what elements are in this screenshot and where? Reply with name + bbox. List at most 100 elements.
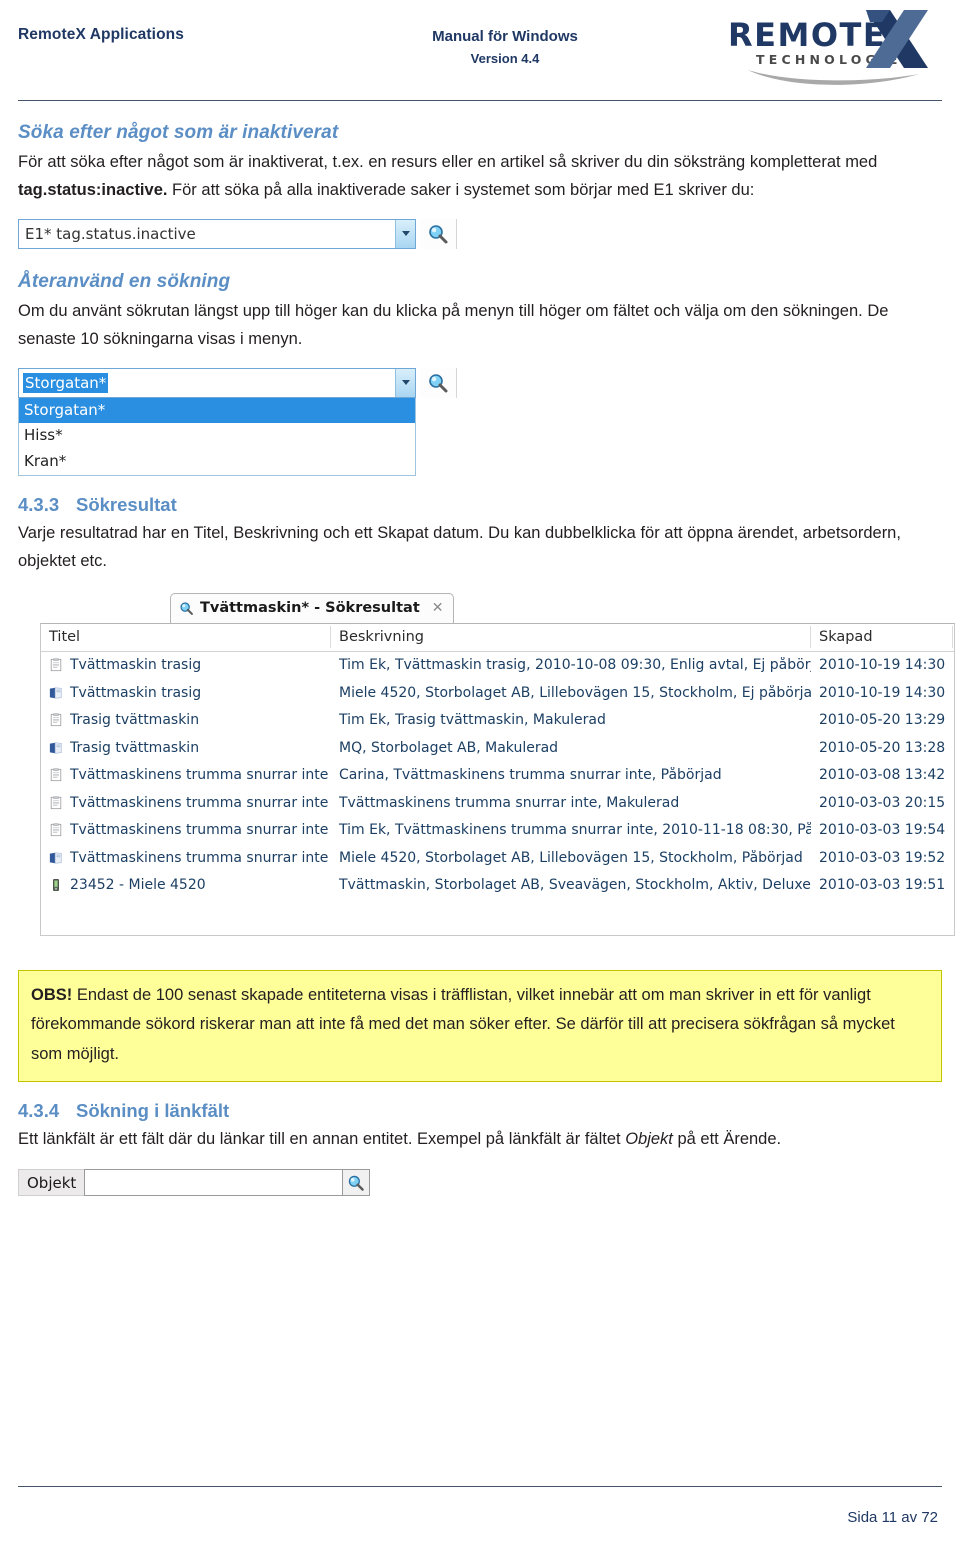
cell-skapad[interactable]: 2010-05-20 13:29 [811,712,953,728]
heading-search-results: 4.3.3 Sökresultat [18,494,942,516]
document-icon [50,823,62,837]
cell-beskrivning[interactable]: Tim Ek, Tvättmaskin trasig, 2010-10-08 0… [331,657,811,673]
row-title-text: Trasig tvättmaskin [70,712,200,729]
table-row[interactable]: Trasig tvättmaskin MQ, Storbolaget AB, Ma… [41,734,954,762]
inactive-search-input[interactable]: E1* tag.status.inactive [19,225,395,243]
cell-titel[interactable]: Trasig tvättmaskin [41,740,331,756]
cell-skapad[interactable]: 2010-03-03 19:52 [811,850,953,866]
tabstrip: Tvättmaskin* - Sökresultat ✕ [40,592,955,623]
cell-titel[interactable]: Tvättmaskinens trumma snurrar inte [41,795,331,811]
workorder-icon [49,852,62,864]
inactive-search-widget: E1* tag.status.inactive [18,218,942,249]
table-row[interactable]: Tvättmaskinens trumma snurrar inte Tim Ek… [41,817,954,845]
objekt-field-input[interactable] [84,1169,343,1197]
magnifier-icon [429,373,448,392]
row-title-text: Tvättmaskin trasig [70,657,202,674]
table-row[interactable]: Trasig tvättmaskin Tim Ek, Trasig tvättma… [41,707,954,735]
inactive-search-combobox[interactable]: E1* tag.status.inactive [18,218,416,249]
reuse-search-dropdown[interactable]: Storgatan* Hiss* Kran* [18,397,416,476]
table-row[interactable]: 23452 - Miele 4520 Tvättmaskin, Storbolag… [41,872,954,900]
device-icon [53,879,59,892]
note-label: OBS! [31,986,73,1004]
cell-beskrivning[interactable]: Tvättmaskinens trumma snurrar inte, Maku… [331,795,811,811]
paragraph-reuse-search: Om du använt sökrutan längst upp till hö… [18,301,889,349]
heading-reuse-search: Återanvänd en sökning [18,270,231,292]
table-row[interactable]: Tvättmaskinens trumma snurrar inte Carina… [41,762,954,790]
dropdown-option-1[interactable]: Hiss* [19,423,415,449]
heading-number-434: 4.3.4 [18,1100,60,1122]
cell-beskrivning[interactable]: MQ, Storbolaget AB, Makulerad [331,740,811,756]
remotex-logo: REMOTE TECHNOLOGIES [714,4,944,90]
grid-body: Tvättmaskin trasig Tim Ek, Tvättmaskin tr… [41,652,954,900]
cell-skapad[interactable]: 2010-03-03 20:15 [811,795,953,811]
paragraph-link-italic: Objekt [625,1130,673,1149]
cell-beskrivning[interactable]: Tim Ek, Trasig tvättmaskin, Makulerad [331,712,811,728]
cell-beskrivning[interactable]: Tim Ek, Tvättmaskinens trumma snurrar in… [331,822,811,838]
tab-label: Tvättmaskin* - Sökresultat [200,600,420,616]
cell-titel[interactable]: Tvättmaskin trasig [41,657,331,673]
reuse-search-widget: Storgatan* Storgatan* Hiss* Kran* [18,367,942,476]
cell-titel[interactable]: Tvättmaskinens trumma snurrar inte [41,822,331,838]
chevron-down-icon[interactable] [395,219,415,248]
manual-title: Manual för Windows [432,28,578,45]
paragraph-link-part1: Ett länkfält är ett fält där du länkar t… [18,1130,626,1149]
close-icon[interactable]: ✕ [432,600,444,616]
document-icon [50,713,62,727]
cell-beskrivning[interactable]: Miele 4520, Storbolaget AB, Lillebovägen… [331,685,811,701]
reuse-search-combobox[interactable]: Storgatan* [18,367,416,398]
note-text: OBS! Endast de 100 senast skapade entite… [31,981,929,1069]
cell-skapad[interactable]: 2010-03-03 19:54 [811,822,953,838]
column-header-skapad[interactable]: Skapad [811,626,953,648]
cell-skapad[interactable]: 2010-03-08 13:42 [811,767,953,783]
magnifier-icon [180,601,193,615]
note-box: OBS! Endast de 100 senast skapade entite… [18,970,942,1083]
document-icon [50,796,62,809]
document-icon [50,768,62,782]
objekt-search-button[interactable] [343,1169,370,1197]
paragraph-link-field: Ett länkfält är ett fält där du länkar t… [18,1125,942,1153]
table-row[interactable]: Tvättmaskinens trumma snurrar inte Tvättm… [41,789,954,817]
cell-titel[interactable]: Trasig tvättmaskin [41,712,331,728]
table-row[interactable]: Tvättmaskinens trumma snurrar inte Miele … [41,844,954,872]
search-button-inactive[interactable] [420,218,457,249]
header-left-title: RemoteX Applications [18,26,184,43]
cell-skapad[interactable]: 2010-10-19 14:30 [811,657,953,673]
cell-beskrivning[interactable]: Tvättmaskin, Storbolaget AB, Sveavägen, … [331,877,811,893]
cell-titel[interactable]: Tvättmaskinens trumma snurrar inte [41,767,331,783]
footer-divider [18,1486,942,1487]
header-divider [18,100,942,101]
cell-beskrivning[interactable]: Carina, Tvättmaskinens trumma snurrar in… [331,767,811,783]
paragraph-search-results: Varje resultatrad har en Titel, Beskrivn… [18,523,901,571]
row-title-text: Tvättmaskinens trumma snurrar inte [70,822,329,839]
cell-skapad[interactable]: 2010-03-03 19:51 [811,877,953,893]
results-grid: Titel Beskrivning Skapad Tvättmaskin tra… [40,622,955,936]
column-header-beskrivning[interactable]: Beskrivning [331,626,811,648]
row-title-text: Tvättmaskinens trumma snurrar inte [70,849,329,866]
dropdown-option-2[interactable]: Kran* [19,449,415,475]
workorder-icon [49,687,62,699]
cell-skapad[interactable]: 2010-05-20 13:28 [811,740,953,756]
cell-titel[interactable]: Tvättmaskinens trumma snurrar inte [41,850,331,866]
chevron-down-icon[interactable] [395,368,415,397]
heading-text-434: Sökning i länkfält [76,1100,230,1122]
table-row[interactable]: Tvättmaskin trasig Miele 4520, Storbolage… [41,679,954,707]
cell-beskrivning[interactable]: Miele 4520, Storbolaget AB, Lillebovägen… [331,850,811,866]
reuse-search-input[interactable]: Storgatan* [23,372,109,393]
footer-page-number: Sida 11 av 72 [847,1509,938,1526]
search-button-reuse[interactable] [420,367,457,398]
row-title-text: Trasig tvättmaskin [70,739,200,756]
column-header-titel[interactable]: Titel [41,626,331,648]
cell-skapad[interactable]: 2010-10-19 14:30 [811,685,953,701]
grid-header-row: Titel Beskrivning Skapad [41,623,954,652]
table-row[interactable]: Tvättmaskin trasig Tim Ek, Tvättmaskin tr… [41,652,954,680]
heading-inactive-search: Söka efter något som är inaktiverat [18,122,339,143]
row-title-text: 23452 - Miele 4520 [70,877,206,894]
tab-sokresultat[interactable]: Tvättmaskin* - Sökresultat ✕ [170,592,454,623]
heading-number-433: 4.3.3 [18,493,60,515]
dropdown-option-0[interactable]: Storgatan* [19,397,415,424]
page-header: RemoteX Applications Manual för Windows … [0,0,960,101]
cell-titel[interactable]: Tvättmaskin trasig [41,685,331,701]
search-result-window: Tvättmaskin* - Sökresultat ✕ Titel Beskr… [40,592,955,936]
cell-titel[interactable]: 23452 - Miele 4520 [41,877,331,893]
objekt-field-label: Objekt [18,1169,85,1197]
